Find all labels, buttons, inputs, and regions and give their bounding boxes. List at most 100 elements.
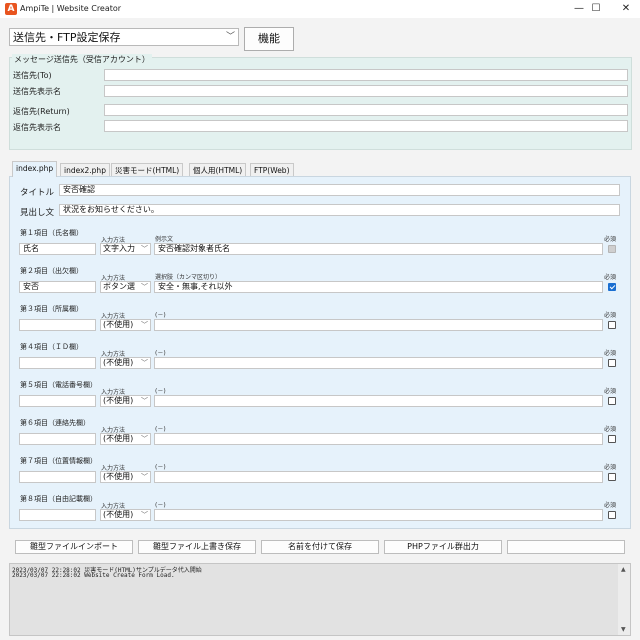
- log-scrollbar[interactable]: ▲ ▼: [618, 564, 630, 635]
- item-hint-input[interactable]: [154, 509, 603, 521]
- required-label: 必須: [604, 350, 617, 357]
- required-label: 必須: [604, 274, 617, 281]
- overwrite-template-button[interactable]: 雛型ファイル上書き保存: [138, 540, 256, 554]
- settings-target-value: 送信先・FTP設定保存: [13, 31, 121, 44]
- return-input[interactable]: [104, 104, 628, 116]
- required-checkbox[interactable]: [608, 283, 616, 291]
- log-line: 2023/03/07 22:28:02 Website Create Form …: [12, 572, 175, 579]
- close-button[interactable]: ✕: [610, 0, 640, 18]
- app-logo-icon: A: [5, 3, 17, 15]
- extra-action-button[interactable]: [507, 540, 625, 554]
- input-method-select[interactable]: (不使用) ﹀: [100, 357, 151, 369]
- scroll-up-icon: ▲: [621, 566, 626, 573]
- to-label: 送信先(To): [13, 71, 52, 80]
- required-checkbox[interactable]: [608, 473, 616, 481]
- item-name-input[interactable]: [19, 433, 96, 445]
- to-name-label: 送信先表示名: [13, 87, 61, 96]
- input-method-value: (不使用): [103, 320, 134, 329]
- input-method-value: (不使用): [103, 472, 134, 481]
- item-label: 第８項目（自由記載欄）: [20, 495, 97, 503]
- input-method-value: (不使用): [103, 510, 134, 519]
- required-checkbox[interactable]: [608, 321, 616, 329]
- item-hint-label: (－): [155, 426, 166, 433]
- required-checkbox: [608, 245, 616, 253]
- item-label: 第１項目（氏名欄）: [20, 229, 83, 237]
- item-hint-label: (－): [155, 502, 166, 509]
- to-name-input[interactable]: [104, 85, 628, 97]
- tab-ftp[interactable]: FTP(Web): [250, 163, 294, 177]
- maximize-button[interactable]: ☐: [580, 0, 612, 18]
- chevron-down-icon: ﹀: [141, 245, 148, 253]
- return-name-input[interactable]: [104, 120, 628, 132]
- tab-personal[interactable]: 個人用(HTML): [189, 163, 247, 177]
- item-label: 第５項目（電話番号欄）: [20, 381, 97, 389]
- required-label: 必須: [604, 236, 617, 243]
- import-template-button[interactable]: 雛型ファイルインポート: [15, 540, 133, 554]
- chevron-down-icon: ﹀: [141, 511, 148, 519]
- chevron-down-icon: ﹀: [141, 397, 148, 405]
- chevron-down-icon: ﹀: [225, 32, 235, 42]
- input-method-select[interactable]: (不使用) ﹀: [100, 471, 151, 483]
- chevron-down-icon: ﹀: [141, 359, 148, 367]
- item-name-input[interactable]: 氏名: [19, 243, 96, 255]
- item-label: 第６項目（連絡先欄）: [20, 419, 90, 427]
- item-hint-input[interactable]: [154, 471, 603, 483]
- item-hint-input[interactable]: [154, 357, 603, 369]
- input-method-select[interactable]: ボタン選 ﹀: [100, 281, 151, 293]
- required-label: 必須: [604, 312, 617, 319]
- input-method-value: 文字入力: [103, 244, 135, 253]
- item-name-input[interactable]: [19, 395, 96, 407]
- item-hint-label: (－): [155, 350, 166, 357]
- input-method-select[interactable]: (不使用) ﹀: [100, 319, 151, 331]
- function-button[interactable]: 機能: [244, 27, 294, 51]
- item-name-input[interactable]: [19, 509, 96, 521]
- item-name-input[interactable]: [19, 471, 96, 483]
- item-label: 第２項目（出欠欄）: [20, 267, 83, 275]
- item-hint-label: 例示文: [155, 236, 174, 243]
- chevron-down-icon: ﹀: [141, 435, 148, 443]
- item-label: 第７項目（位置情報欄）: [20, 457, 97, 465]
- to-input[interactable]: [104, 69, 628, 81]
- item-hint-input[interactable]: [154, 433, 603, 445]
- item-name-input[interactable]: 安否: [19, 281, 96, 293]
- export-php-button[interactable]: PHPファイル群出力: [384, 540, 502, 554]
- item-hint-label: (－): [155, 464, 166, 471]
- tab-index-php[interactable]: index.php: [12, 161, 58, 177]
- item-name-input[interactable]: [19, 357, 96, 369]
- required-label: 必須: [604, 426, 617, 433]
- item-label: 第４項目（ＩＤ欄）: [20, 343, 83, 351]
- required-checkbox[interactable]: [608, 359, 616, 367]
- item-hint-input[interactable]: 安全・無事,それ以外: [154, 281, 603, 293]
- chevron-down-icon: ﹀: [141, 473, 148, 481]
- input-method-select[interactable]: (不使用) ﹀: [100, 395, 151, 407]
- title-input[interactable]: 安否確認: [59, 184, 620, 196]
- item-hint-label: (－): [155, 388, 166, 395]
- input-method-value: (不使用): [103, 358, 134, 367]
- required-label: 必須: [604, 388, 617, 395]
- heading-input[interactable]: 状況をお知らせください。: [59, 204, 620, 216]
- input-method-value: (不使用): [103, 434, 134, 443]
- required-label: 必須: [604, 464, 617, 471]
- input-method-value: ボタン選: [103, 282, 135, 291]
- title-label: タイトル: [20, 188, 55, 198]
- message-group-legend: メッセージ送信先（受信アカウント）: [12, 54, 152, 65]
- chevron-down-icon: ﹀: [141, 321, 148, 329]
- item-hint-input[interactable]: [154, 319, 603, 331]
- item-label: 第３項目（所属欄）: [20, 305, 83, 313]
- settings-target-select[interactable]: 送信先・FTP設定保存 ﹀: [9, 28, 239, 46]
- tab-index2-php[interactable]: index2.php: [60, 163, 110, 177]
- input-method-select[interactable]: 文字入力 ﹀: [100, 243, 151, 255]
- required-checkbox[interactable]: [608, 511, 616, 519]
- input-method-select[interactable]: (不使用) ﹀: [100, 433, 151, 445]
- input-method-value: (不使用): [103, 396, 134, 405]
- item-name-input[interactable]: [19, 319, 96, 331]
- item-hint-input[interactable]: [154, 395, 603, 407]
- input-method-select[interactable]: (不使用) ﹀: [100, 509, 151, 521]
- required-checkbox[interactable]: [608, 435, 616, 443]
- scroll-down-icon: ▼: [621, 626, 626, 633]
- heading-label: 見出し文: [20, 208, 55, 218]
- item-hint-input[interactable]: 安否確認対象者氏名: [154, 243, 603, 255]
- required-checkbox[interactable]: [608, 397, 616, 405]
- save-as-button[interactable]: 名前を付けて保存: [261, 540, 379, 554]
- tab-disaster-mode[interactable]: 災害モード(HTML): [111, 163, 184, 177]
